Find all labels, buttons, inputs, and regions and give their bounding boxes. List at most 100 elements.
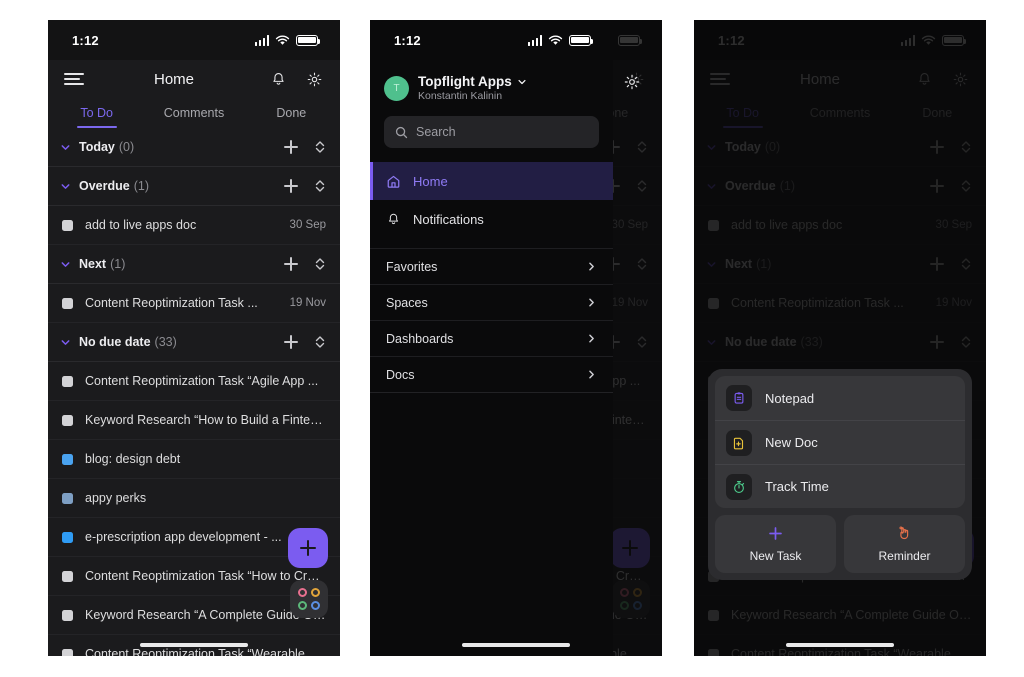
- task-list: Today (0) Overdue (1) add to live apps d…: [48, 128, 340, 656]
- avatar: T: [384, 75, 409, 101]
- page-title: Home: [153, 70, 194, 88]
- table-row[interactable]: Keyword Research “How to Build a Fintech…: [48, 401, 340, 440]
- home-indicator: [140, 642, 248, 647]
- reminder-button[interactable]: Reminder: [844, 515, 965, 573]
- sidebar-item-dashboards[interactable]: Dashboards: [370, 320, 613, 356]
- drawer-header: T Topflight Apps Konstantin Kalinin Sear…: [370, 60, 613, 148]
- chevron-down-icon[interactable]: [60, 259, 71, 270]
- group-label: Today: [79, 140, 115, 154]
- plus-icon[interactable]: [284, 257, 298, 271]
- reminder-hand-icon: [899, 526, 909, 540]
- task-title: add to live apps doc: [85, 218, 197, 232]
- task-checkbox[interactable]: [62, 531, 73, 543]
- task-checkbox[interactable]: [62, 609, 73, 621]
- sidebar-item-favorites[interactable]: Favorites: [370, 248, 613, 284]
- sort-chevrons-icon[interactable]: [314, 335, 326, 349]
- table-row[interactable]: appy perks: [48, 479, 340, 518]
- chevron-down-icon[interactable]: [60, 181, 71, 192]
- dot-blue: [311, 601, 321, 611]
- plus-icon[interactable]: [284, 179, 298, 193]
- task-due-date: 19 Nov: [289, 297, 326, 309]
- action-sheet: Notepad New Doc Track Time New Task Remi…: [708, 369, 972, 580]
- chevron-down-icon[interactable]: [517, 77, 527, 87]
- status-bar: 1:12: [48, 20, 340, 60]
- task-checkbox[interactable]: [62, 453, 73, 465]
- task-title: appy perks: [85, 491, 147, 505]
- settings-gear-icon[interactable]: [304, 69, 324, 89]
- app-header: Home: [48, 60, 340, 98]
- task-checkbox[interactable]: [62, 297, 73, 309]
- wifi-icon: [548, 35, 563, 45]
- menu-item-notepad[interactable]: Notepad: [715, 376, 965, 420]
- home-indicator: [786, 642, 894, 647]
- task-checkbox[interactable]: [62, 648, 73, 656]
- menu-item-track-time[interactable]: Track Time: [715, 464, 965, 508]
- wifi-icon: [275, 35, 290, 45]
- task-checkbox[interactable]: [62, 375, 73, 387]
- group-header-today[interactable]: Today (0): [48, 128, 340, 167]
- sidebar-item-docs[interactable]: Docs: [370, 356, 613, 392]
- group-header-no-due-date[interactable]: No due date (33): [48, 323, 340, 362]
- tab-to-do[interactable]: To Do: [48, 98, 145, 128]
- battery-icon: [296, 34, 321, 46]
- add-fab-button[interactable]: [288, 528, 328, 568]
- notepad-icon: [726, 385, 752, 411]
- task-title: Content Reoptimization Task ...: [85, 296, 258, 310]
- group-header-next[interactable]: Next (1): [48, 245, 340, 284]
- new-task-button[interactable]: New Task: [715, 515, 836, 573]
- apps-grid-icon[interactable]: [290, 580, 328, 618]
- group-label: Overdue: [79, 179, 130, 193]
- table-row[interactable]: blog: design debt: [48, 440, 340, 479]
- tab-done[interactable]: Done: [243, 98, 340, 128]
- sort-chevrons-icon[interactable]: [314, 140, 326, 154]
- task-checkbox[interactable]: [62, 414, 73, 426]
- workspace-name: Topflight Apps: [418, 74, 512, 89]
- tab-comments[interactable]: Comments: [145, 98, 242, 128]
- chevron-down-icon[interactable]: [60, 337, 71, 348]
- chevron-down-icon[interactable]: [60, 142, 71, 153]
- plus-icon[interactable]: [284, 140, 298, 154]
- plus-icon[interactable]: [284, 335, 298, 349]
- home-indicator: [462, 642, 570, 647]
- dot-pink: [297, 587, 307, 597]
- dot-orange: [311, 587, 321, 597]
- group-label: No due date: [79, 335, 151, 349]
- drawer-nav: Home Notifications Favorites Spaces Dash…: [370, 162, 613, 393]
- sidebar-item-notifications[interactable]: Notifications: [370, 200, 613, 238]
- settings-gear-icon[interactable]: [622, 72, 642, 92]
- table-row[interactable]: Content Reoptimization Task ... 19 Nov: [48, 284, 340, 323]
- sidebar-item-label: Favorites: [386, 259, 438, 274]
- menu-item-label: Track Time: [765, 479, 829, 494]
- drawer-spacer: [370, 238, 613, 248]
- status-time: 1:12: [72, 32, 99, 48]
- home-icon: [387, 175, 400, 188]
- group-count: (1): [133, 179, 149, 193]
- group-header-overdue[interactable]: Overdue (1): [48, 167, 340, 206]
- new-doc-icon: [726, 429, 752, 456]
- status-icons: [254, 34, 321, 46]
- group-actions: [284, 179, 326, 193]
- account-switcher[interactable]: T Topflight Apps Konstantin Kalinin: [384, 74, 599, 102]
- sidebar-item-label: Dashboards: [386, 331, 454, 346]
- menu-item-new-doc[interactable]: New Doc: [715, 420, 965, 464]
- table-row[interactable]: add to live apps doc 30 Sep: [48, 206, 340, 245]
- sidebar-item-home[interactable]: Home: [370, 162, 613, 200]
- bell-icon: [388, 213, 399, 224]
- sort-chevrons-icon[interactable]: [314, 179, 326, 193]
- group-count: (33): [154, 335, 177, 349]
- search-input[interactable]: Search: [384, 116, 599, 148]
- sidebar-item-label: Home: [413, 173, 448, 189]
- task-checkbox[interactable]: [62, 219, 73, 231]
- notification-bell-icon[interactable]: [268, 69, 288, 89]
- divider: [370, 392, 613, 393]
- task-checkbox[interactable]: [62, 492, 73, 504]
- sidebar-item-spaces[interactable]: Spaces: [370, 284, 613, 320]
- table-row[interactable]: Content Reoptimization Task “Agile App .…: [48, 362, 340, 401]
- task-due-date: 30 Sep: [289, 219, 326, 231]
- task-checkbox[interactable]: [62, 570, 73, 582]
- task-title: Content Reoptimization Task “Agile App .…: [85, 374, 319, 388]
- chevron-right-icon: [589, 334, 594, 343]
- sort-chevrons-icon[interactable]: [314, 257, 326, 271]
- status-icons: [527, 34, 594, 46]
- action-sheet-list: Notepad New Doc Track Time: [715, 376, 965, 508]
